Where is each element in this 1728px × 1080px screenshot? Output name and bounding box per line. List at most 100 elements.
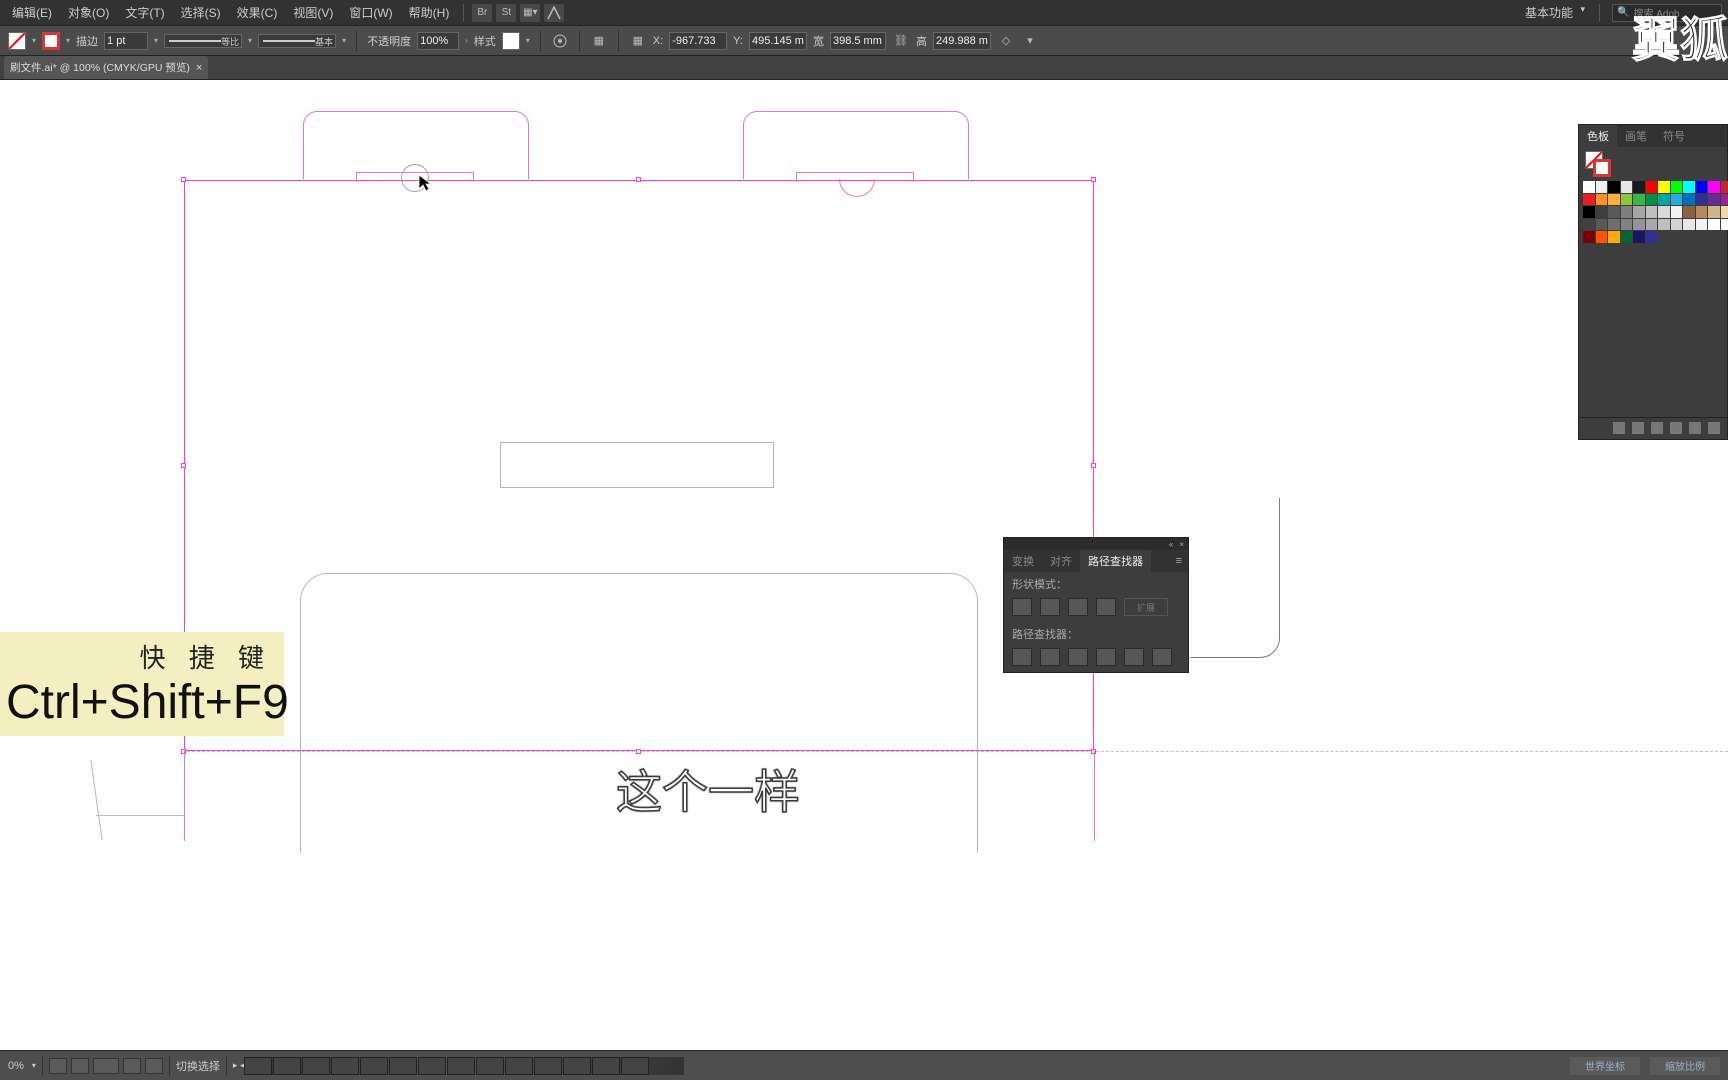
panel-menu-icon[interactable]: ≡ (1170, 555, 1188, 567)
thumb[interactable] (505, 1057, 533, 1075)
menu-select[interactable]: 选择(S) (175, 1, 227, 24)
stock-icon[interactable]: St (496, 4, 516, 22)
swatch[interactable] (1721, 231, 1728, 243)
fill-swatch[interactable] (8, 32, 26, 50)
panel-header[interactable]: «× (1004, 538, 1188, 550)
selection-handle[interactable] (181, 463, 186, 468)
menu-type[interactable]: 文字(T) (119, 1, 170, 24)
swatch[interactable] (1683, 206, 1695, 218)
unite-button[interactable] (1012, 598, 1032, 616)
thumb[interactable] (244, 1057, 272, 1075)
swatch[interactable] (1596, 194, 1608, 206)
h-input[interactable] (933, 32, 991, 50)
minus-front-button[interactable] (1040, 598, 1060, 616)
menu-object[interactable]: 对象(O) (62, 1, 115, 24)
swatch[interactable] (1696, 219, 1708, 231)
swatch[interactable] (1583, 231, 1595, 243)
tab-brushes[interactable]: 画笔 (1617, 125, 1655, 147)
link-wh-icon[interactable]: ⛓ (892, 32, 910, 50)
x-input[interactable] (669, 32, 727, 50)
swatch[interactable] (1621, 231, 1633, 243)
swatch[interactable] (1683, 194, 1695, 206)
swatch[interactable] (1658, 206, 1670, 218)
artboard-num[interactable] (93, 1058, 119, 1074)
swatch[interactable] (1696, 231, 1708, 243)
transform-ref-icon[interactable]: ▦ (629, 32, 647, 50)
canvas[interactable]: 这个一样 快 捷 键 Ctrl+Shift+F9 (0, 80, 1728, 1050)
swatch[interactable] (1671, 231, 1683, 243)
swatch[interactable] (1721, 219, 1728, 231)
thumb[interactable] (331, 1057, 359, 1075)
swatch[interactable] (1708, 181, 1720, 193)
thumb[interactable] (360, 1057, 388, 1075)
swatch[interactable] (1633, 219, 1645, 231)
swatch[interactable] (1721, 181, 1728, 193)
outline-button[interactable] (1124, 648, 1144, 666)
swatch[interactable] (1621, 194, 1633, 206)
swatch[interactable] (1583, 181, 1595, 193)
style-swatch[interactable] (502, 32, 520, 50)
swatch[interactable] (1708, 194, 1720, 206)
swatch[interactable] (1646, 181, 1658, 193)
tab-transform[interactable]: 变换 (1004, 550, 1042, 572)
swatch[interactable] (1708, 219, 1720, 231)
colorgroup-icon[interactable] (1670, 422, 1682, 434)
thumb[interactable] (534, 1057, 562, 1075)
nav-first-icon[interactable] (49, 1058, 67, 1074)
swatch[interactable] (1708, 231, 1720, 243)
show-icon[interactable] (1632, 422, 1644, 434)
y-input[interactable] (749, 32, 807, 50)
thumb[interactable] (476, 1057, 504, 1075)
stroke-dash-dropdown[interactable]: 等比 (164, 34, 242, 48)
thumb[interactable] (592, 1057, 620, 1075)
thumb[interactable] (389, 1057, 417, 1075)
selection-handle[interactable] (1091, 177, 1096, 182)
selection-handle[interactable] (1091, 463, 1096, 468)
swatch[interactable] (1608, 206, 1620, 218)
nav-next-icon[interactable] (123, 1058, 141, 1074)
swatch[interactable] (1583, 194, 1595, 206)
gpu-icon[interactable] (544, 4, 564, 22)
bridge-icon[interactable]: Br (472, 4, 492, 22)
swatch[interactable] (1596, 206, 1608, 218)
selection-handle[interactable] (181, 177, 186, 182)
collapse-icon[interactable]: « (1169, 540, 1173, 549)
swatch[interactable] (1671, 206, 1683, 218)
thumb[interactable] (447, 1057, 475, 1075)
zoom-level[interactable]: 0% (0, 1060, 32, 1072)
menu-view[interactable]: 视图(V) (287, 1, 339, 24)
recolor-icon[interactable] (551, 32, 569, 50)
thumb[interactable] (273, 1057, 301, 1075)
swatch[interactable] (1608, 231, 1620, 243)
swatch[interactable] (1633, 206, 1645, 218)
swatch[interactable] (1721, 194, 1728, 206)
scale-mode-button[interactable]: 缩放比例 (1650, 1057, 1720, 1075)
arrange-icon[interactable]: ▦▾ (520, 4, 540, 22)
swatch[interactable] (1608, 194, 1620, 206)
swatches-panel[interactable]: 色板 画笔 符号 (1578, 124, 1728, 440)
crop-button[interactable] (1096, 648, 1116, 666)
document-tab[interactable]: 刷文件.ai* @ 100% (CMYK/GPU 预览) × (4, 56, 208, 79)
swatch[interactable] (1646, 194, 1658, 206)
swatch[interactable] (1621, 206, 1633, 218)
menu-window[interactable]: 窗口(W) (343, 1, 398, 24)
swatch[interactable] (1621, 181, 1633, 193)
swatch[interactable] (1646, 231, 1658, 243)
swatch[interactable] (1696, 181, 1708, 193)
divide-button[interactable] (1012, 648, 1032, 666)
swatch[interactable] (1658, 219, 1670, 231)
thumb[interactable] (418, 1057, 446, 1075)
swatch[interactable] (1683, 181, 1695, 193)
w-input[interactable] (830, 32, 886, 50)
menu-edit[interactable]: 编辑(E) (6, 1, 58, 24)
stroke-swatch[interactable] (42, 32, 60, 50)
stroke-width-input[interactable] (104, 32, 148, 50)
swatch[interactable] (1633, 181, 1645, 193)
merge-button[interactable] (1068, 648, 1088, 666)
options-icon[interactable] (1651, 422, 1663, 434)
fill-stroke-indicator[interactable] (1579, 147, 1727, 177)
swatch[interactable] (1658, 194, 1670, 206)
tab-swatches[interactable]: 色板 (1579, 125, 1617, 147)
trim-button[interactable] (1040, 648, 1060, 666)
pathfinder-panel[interactable]: «× 变换 对齐 路径查找器 ≡ 形状模式： 扩展 路径查找器： (1003, 537, 1189, 673)
